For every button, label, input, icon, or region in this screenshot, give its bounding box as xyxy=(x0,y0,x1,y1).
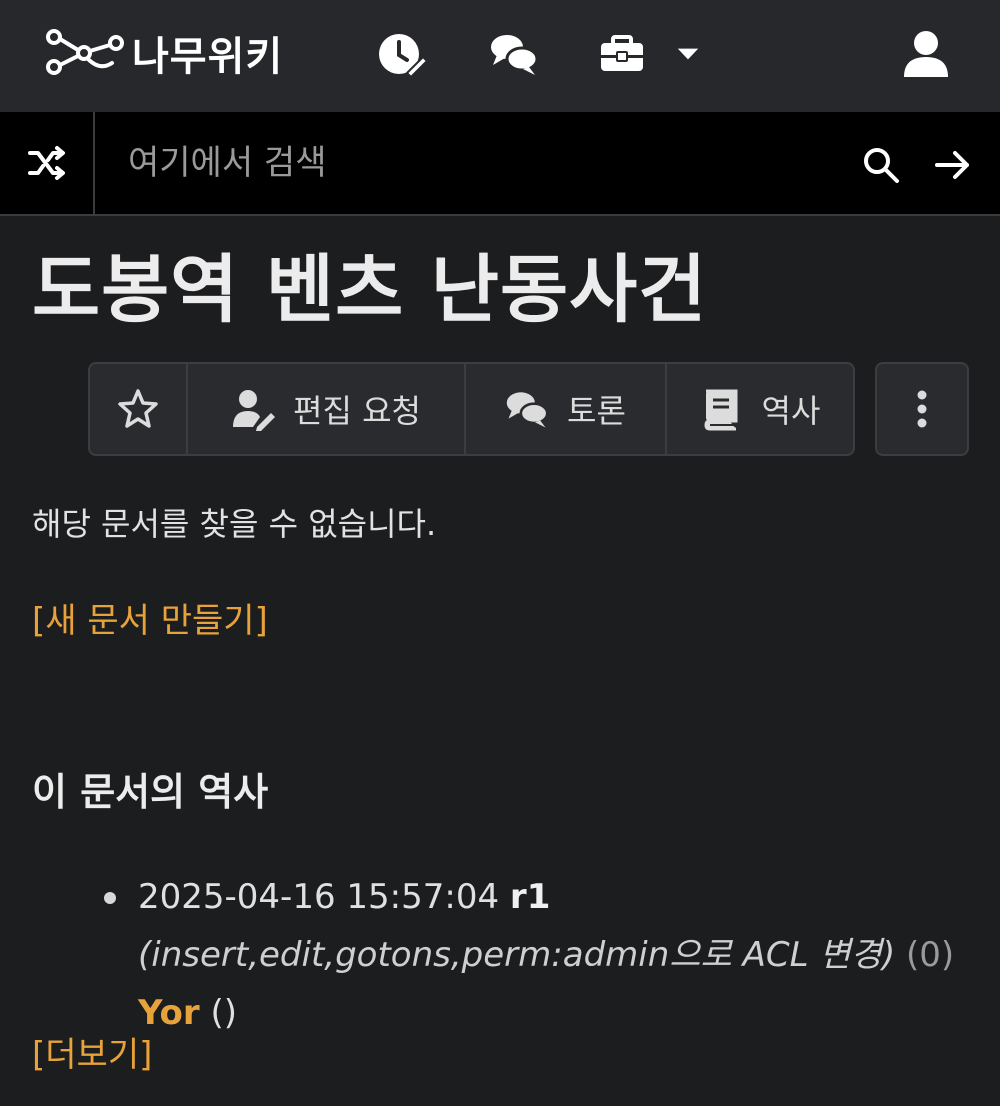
tools-button[interactable] xyxy=(592,24,652,84)
not-found-message: 해당 문서를 찾을 수 없습니다. xyxy=(32,505,437,543)
tree-logo-icon xyxy=(46,29,124,75)
history-edit-log: (insert,edit,gotons,perm:admin으로 ACL 변경) xyxy=(138,935,896,975)
document-toolbar: 편집 요청 토론 역사 xyxy=(88,362,855,456)
history-heading: 이 문서의 역사 xyxy=(32,770,269,814)
search-bar xyxy=(0,112,1000,216)
history-list: 2025-04-16 15:57:04 r1 (insert,edit,goto… xyxy=(100,868,960,1042)
history-author-link[interactable]: Yor xyxy=(138,993,200,1033)
namuwiki-logo[interactable]: 나무위키 xyxy=(40,18,320,88)
top-navbar: 나무위키 xyxy=(0,0,1000,112)
history-label: 역사 xyxy=(761,392,821,430)
edit-request-button[interactable]: 편집 요청 xyxy=(188,364,466,454)
arrow-right-icon xyxy=(935,151,969,179)
search-input[interactable] xyxy=(110,132,830,194)
vertical-dots-icon xyxy=(917,390,927,428)
more-options-button[interactable] xyxy=(875,362,969,456)
recent-changes-icon xyxy=(379,34,427,79)
search-button[interactable] xyxy=(856,140,906,190)
tools-dropdown-toggle[interactable] xyxy=(660,24,716,84)
shuffle-icon xyxy=(27,146,65,180)
create-document-link[interactable]: [새 문서 만들기] xyxy=(32,596,268,646)
go-button[interactable] xyxy=(928,140,978,190)
star-icon xyxy=(118,389,158,428)
discuss-button[interactable]: 토론 xyxy=(466,364,667,454)
history-revision-link[interactable]: r1 xyxy=(510,877,550,917)
history-diff-size: (0) xyxy=(906,935,955,975)
more-history-link[interactable]: [더보기] xyxy=(32,1030,152,1080)
discussion-icon xyxy=(491,35,539,75)
star-button[interactable] xyxy=(90,364,188,454)
user-menu-button[interactable] xyxy=(896,24,956,84)
user-icon xyxy=(904,31,948,77)
bullet-marker xyxy=(104,892,116,904)
history-extra: () xyxy=(210,993,237,1033)
logo-text: 나무위키 xyxy=(132,34,284,80)
search-icon xyxy=(864,148,899,183)
discussion-button[interactable] xyxy=(484,24,544,84)
caret-down-icon xyxy=(677,48,699,60)
recent-changes-button[interactable] xyxy=(372,24,432,84)
user-edit-icon xyxy=(233,390,276,431)
history-datetime: 2025-04-16 15:57:04 xyxy=(138,877,500,917)
tools-icon xyxy=(601,35,643,71)
edit-request-label: 편집 요청 xyxy=(293,392,421,430)
page-title: 도봉역 벤츠 난동사건 xyxy=(32,247,708,333)
book-icon xyxy=(704,389,738,431)
history-entry: 2025-04-16 15:57:04 r1 (insert,edit,goto… xyxy=(100,868,960,1042)
random-page-button[interactable] xyxy=(0,112,95,214)
discuss-label: 토론 xyxy=(567,392,626,430)
discussion-icon xyxy=(506,392,549,428)
history-button[interactable]: 역사 xyxy=(667,364,853,454)
